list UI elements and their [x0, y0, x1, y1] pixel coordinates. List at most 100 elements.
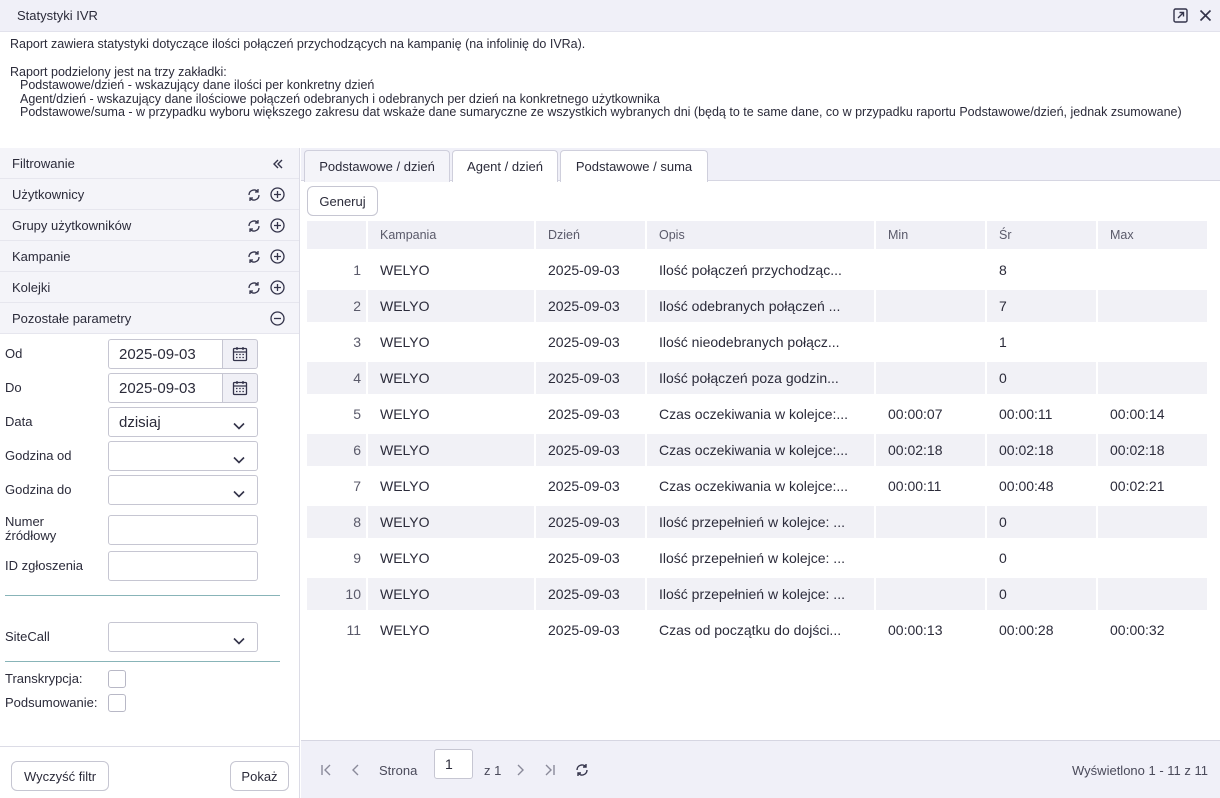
table-row[interactable]: 6 WELYO 2025-09-03 Czas oczekiwania w kolej… — [307, 434, 1207, 466]
label-sitecall: SiteCall — [5, 629, 50, 644]
section-label: Grupy użytkowników — [12, 217, 132, 233]
table-row[interactable]: 4 WELYO 2025-09-03 Ilość połączeń poza godz… — [307, 362, 1207, 394]
window-titlebar: Statystyki IVR — [0, 0, 1220, 32]
first-page-icon[interactable] — [319, 762, 335, 778]
campaign-cell: WELYO — [368, 290, 534, 322]
refresh-icon[interactable] — [245, 248, 262, 265]
add-circle-icon[interactable] — [269, 217, 286, 234]
prev-page-icon[interactable] — [348, 762, 364, 778]
column-header[interactable]: Śr — [987, 221, 1096, 249]
calendar-icon[interactable] — [222, 373, 258, 403]
max-cell — [1098, 254, 1207, 286]
table-row[interactable]: 2 WELYO 2025-09-03 Ilość odebranych połącze… — [307, 290, 1207, 322]
tab-strip: Podstawowe / dzień Agent / dzień Podstaw… — [301, 148, 1220, 182]
collapse-double-chevron-icon[interactable] — [269, 155, 286, 172]
show-button[interactable]: Pokaż — [230, 761, 289, 791]
table-row[interactable]: 9 WELYO 2025-09-03 Ilość przepełnień w kole… — [307, 542, 1207, 574]
section-grupy-uzytkownikow[interactable]: Grupy użytkowników — [0, 210, 299, 241]
section-uzytkownicy[interactable]: Użytkownicy — [0, 179, 299, 210]
filter-header: Filtrowanie — [0, 148, 299, 179]
tab-agent-dzien[interactable]: Agent / dzień — [452, 150, 558, 182]
hour-from-select[interactable] — [108, 441, 258, 471]
avg-cell: 7 — [987, 290, 1096, 322]
section-label: Użytkownicy — [12, 186, 85, 202]
table-row[interactable]: 8 WELYO 2025-09-03 Ilość przepełnień w kole… — [307, 506, 1207, 538]
add-circle-icon[interactable] — [269, 186, 286, 203]
description-cell: Ilość odebranych połączeń ... — [647, 290, 874, 322]
report-description: Raport zawiera statystyki dotyczące iloś… — [10, 37, 1210, 120]
add-circle-icon[interactable] — [269, 248, 286, 265]
transcription-checkbox[interactable] — [108, 670, 126, 688]
section-kolejki[interactable]: Kolejki — [0, 272, 299, 303]
campaign-cell: WELYO — [380, 406, 430, 422]
column-header[interactable]: Kampania — [368, 221, 534, 249]
summary-checkbox[interactable] — [108, 694, 126, 712]
refresh-icon[interactable] — [245, 217, 262, 234]
max-cell: 00:02:18 — [1098, 434, 1207, 466]
day-cell: 2025-09-03 — [548, 262, 620, 278]
section-pozostale-parametry[interactable]: Pozostałe parametry — [0, 303, 299, 334]
column-header[interactable]: Min — [876, 221, 985, 249]
description-cell: Ilość przepełnień w kolejce: ... — [647, 578, 874, 610]
generate-button[interactable]: Generuj — [307, 186, 378, 216]
table-row[interactable]: 1 WELYO 2025-09-03 Ilość połączeń przychodz… — [307, 254, 1207, 286]
refresh-icon[interactable] — [574, 762, 590, 778]
description-line: Raport zawiera statystyki dotyczące iloś… — [10, 37, 586, 51]
max-cell — [1098, 542, 1207, 574]
filter-sidebar: Filtrowanie Użytkownicy Grupy użytkownik… — [0, 148, 300, 798]
source-number-input[interactable] — [108, 515, 258, 545]
page-total: z 1 — [484, 763, 502, 778]
clear-filter-button[interactable]: Wyczyść filtr — [11, 761, 109, 791]
table-row[interactable]: 3 WELYO 2025-09-03 Ilość nieodebranych połą… — [307, 326, 1207, 358]
tab-podstawowe-suma[interactable]: Podstawowe / suma — [560, 150, 708, 182]
min-cell — [876, 578, 985, 610]
avg-cell: 00:00:28 — [999, 622, 1054, 638]
collapse-circle-icon[interactable] — [269, 310, 286, 327]
description-cell: Czas oczekiwania w kolejce:... — [647, 434, 874, 466]
min-cell — [876, 290, 985, 322]
column-header[interactable]: Opis — [647, 221, 874, 249]
description-line: Raport podzielony jest na trzy zakładki: — [10, 64, 227, 79]
page-number-input[interactable]: 1 — [434, 749, 473, 779]
column-header[interactable]: Max — [1098, 221, 1207, 249]
day-cell: 2025-09-03 — [548, 622, 620, 638]
table-row[interactable]: 7 WELYO 2025-09-03 Czas oczekiwania w kolej… — [307, 470, 1207, 502]
min-cell — [876, 362, 985, 394]
row-number: 6 — [307, 434, 366, 466]
campaign-cell: WELYO — [368, 506, 534, 538]
refresh-icon[interactable] — [245, 279, 262, 296]
close-icon[interactable] — [1197, 7, 1214, 24]
min-cell: 00:00:07 — [888, 406, 943, 422]
max-cell — [1098, 290, 1207, 322]
section-kampanie[interactable]: Kampanie — [0, 241, 299, 272]
ticket-id-input[interactable] — [108, 551, 258, 581]
row-number: 11 — [346, 622, 361, 638]
tab-podstawowe-dzien[interactable]: Podstawowe / dzień — [304, 150, 450, 182]
next-page-icon[interactable] — [512, 762, 528, 778]
day-cell: 2025-09-03 — [548, 550, 620, 566]
column-header[interactable]: Dzień — [536, 221, 645, 249]
data-select[interactable]: dzisiaj — [108, 407, 258, 437]
add-circle-icon[interactable] — [269, 279, 286, 296]
calendar-icon[interactable] — [222, 339, 258, 369]
hour-to-select[interactable] — [108, 475, 258, 505]
sitecall-select[interactable] — [108, 622, 258, 652]
table-row[interactable]: 5 WELYO 2025-09-03 Czas oczekiwania w kolej… — [307, 398, 1207, 430]
open-external-icon[interactable] — [1172, 7, 1189, 24]
max-cell: 00:00:14 — [1110, 406, 1165, 422]
day-cell: 2025-09-03 — [548, 478, 620, 494]
table-row[interactable]: 11 WELYO 2025-09-03 Czas od początku do doj… — [307, 614, 1207, 646]
description-cell: Ilość połączeń przychodząc... — [659, 262, 842, 278]
campaign-cell: WELYO — [368, 362, 534, 394]
last-page-icon[interactable] — [541, 762, 557, 778]
window-title: Statystyki IVR — [17, 8, 98, 23]
row-number: 1 — [353, 262, 361, 278]
label-godzina-do: Godzina do — [5, 482, 72, 497]
refresh-icon[interactable] — [245, 186, 262, 203]
date-to-input[interactable]: 2025-09-03 — [108, 373, 223, 403]
row-number: 3 — [353, 334, 361, 350]
description-line: Podstawowe/dzień - wskazujący dane ilośc… — [20, 78, 375, 92]
data-select-value: dzisiaj — [119, 413, 161, 431]
table-row[interactable]: 10 WELYO 2025-09-03 Ilość przepełnień w kol… — [307, 578, 1207, 610]
date-from-input[interactable]: 2025-09-03 — [108, 339, 223, 369]
